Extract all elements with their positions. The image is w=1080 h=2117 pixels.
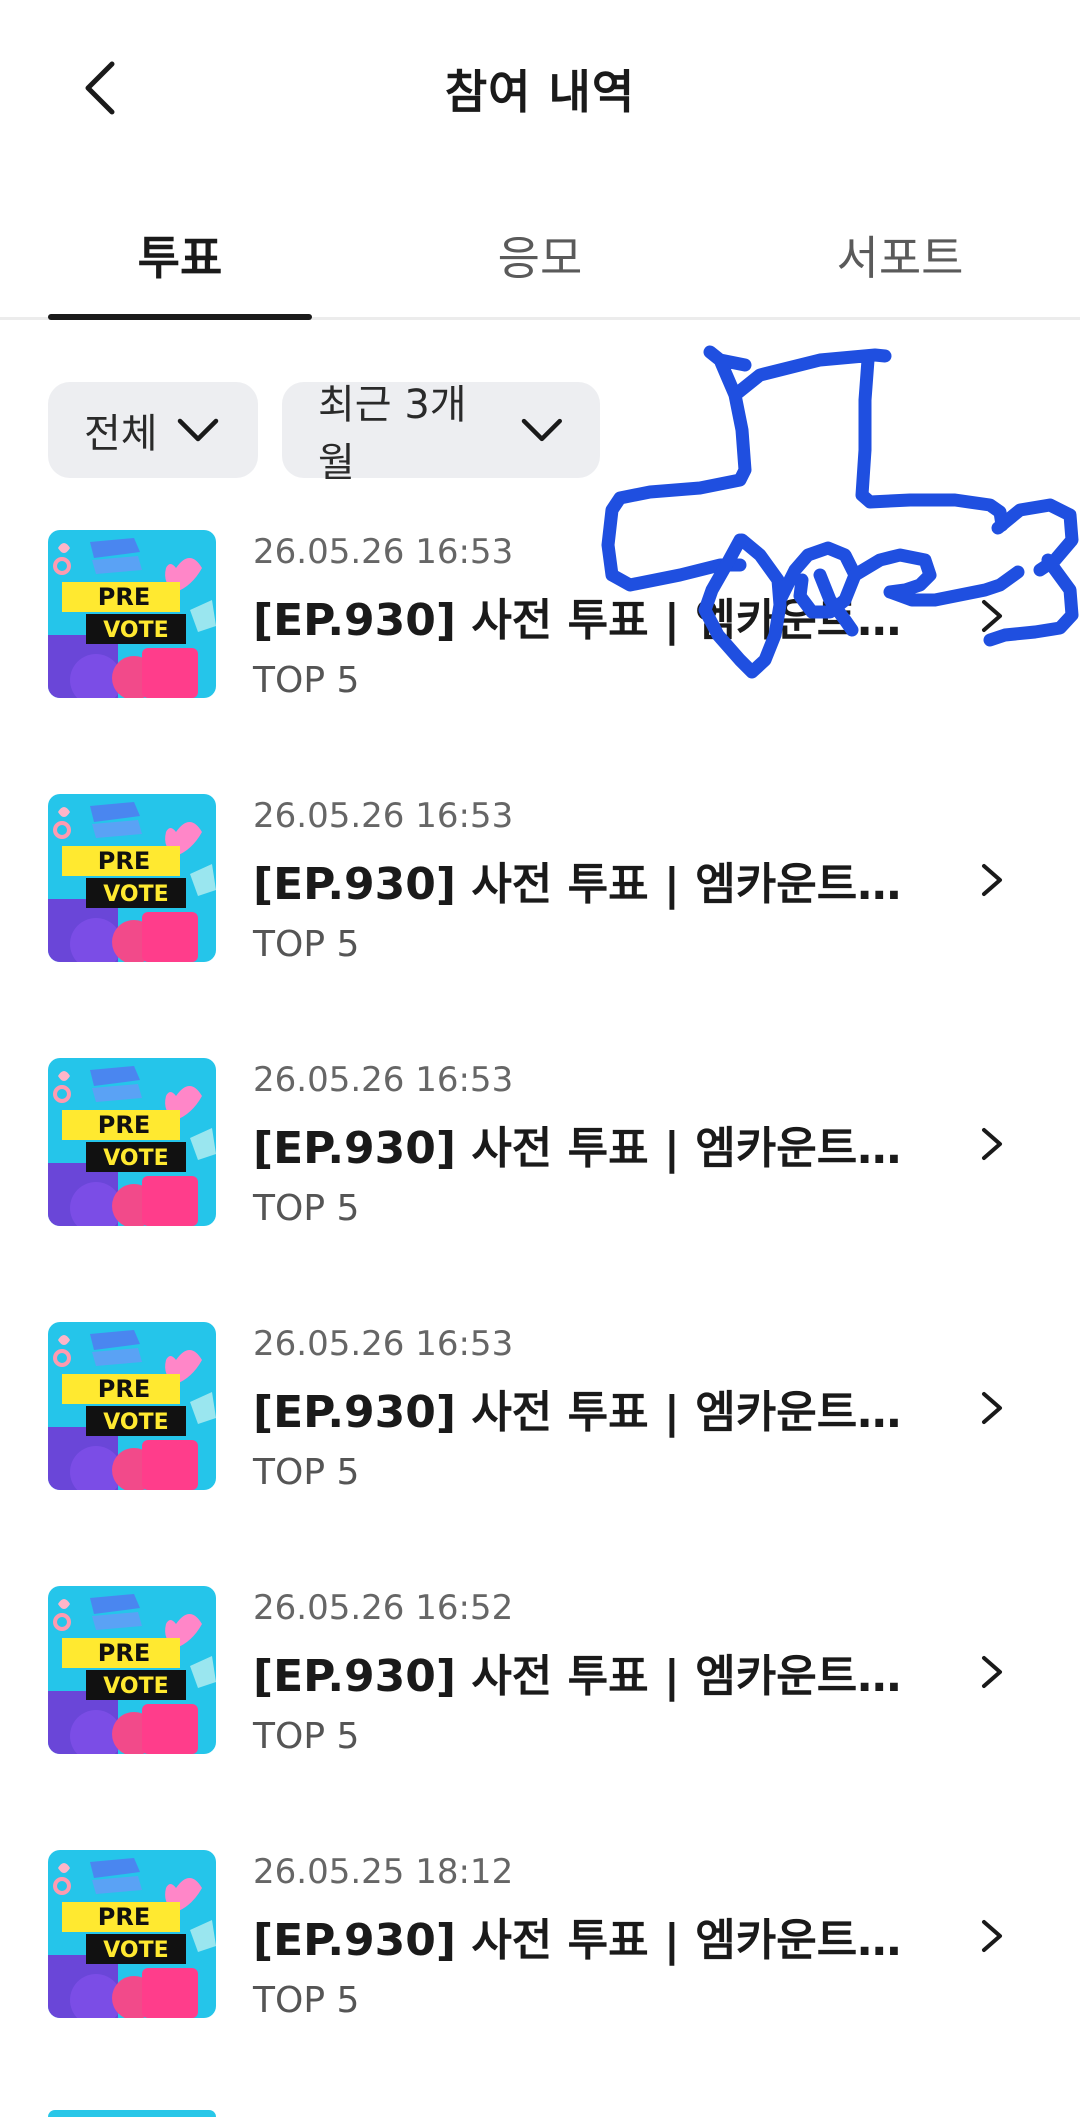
pre-vote-thumbnail-art: PRE VOTE — [48, 794, 216, 962]
chevron-right-icon[interactable] — [972, 1906, 1012, 1966]
filter-category-label: 전체 — [84, 411, 158, 457]
item-subtitle: TOP 5 — [253, 1188, 360, 1229]
item-thumbnail: PRE VOTE — [48, 1058, 216, 1226]
thumbnail-text-vote: VOTE — [103, 1410, 168, 1435]
thumbnail-text-pre: PRE — [98, 1375, 150, 1403]
thumbnail-text-pre: PRE — [98, 1903, 150, 1931]
chevron-down-icon — [522, 418, 563, 442]
item-thumbnail: PRE VOTE — [48, 1322, 216, 1490]
item-title: [EP.930] 사전 투표 | 엠카운트다운 — [253, 595, 923, 646]
item-title: [EP.930] 사전 투표 | 엠카운트다운 — [253, 1915, 923, 1966]
thumbnail-text-vote: VOTE — [103, 1938, 168, 1963]
item-subtitle: TOP 5 — [253, 1980, 360, 2021]
thumbnail-text-vote: VOTE — [103, 1674, 168, 1699]
tab-bar: 투표 응모 서포트 — [0, 190, 1080, 320]
thumbnail-text-vote: VOTE — [103, 1146, 168, 1171]
list-item[interactable]: PRE VOTE 26.05.26 16:53 [EP.930] 사전 투표 |… — [0, 794, 1080, 1058]
header: 참여 내역 — [0, 0, 1080, 170]
item-date: 26.05.26 16:53 — [253, 1060, 514, 1100]
list-item[interactable]: PRE VOTE 26.05.25 18:12 [EP.930] 사전 투표 |… — [0, 1850, 1080, 2114]
item-subtitle: TOP 5 — [253, 924, 360, 965]
partial-list-thumbnail — [48, 2110, 216, 2117]
item-thumbnail: PRE VOTE — [48, 1850, 216, 2018]
vote-history-list: PRE VOTE 26.05.26 16:53 [EP.930] 사전 투표 |… — [0, 530, 1080, 2114]
pre-vote-thumbnail-art: PRE VOTE — [48, 1322, 216, 1490]
active-tab-indicator — [48, 314, 312, 320]
tab-support[interactable]: 서포트 — [770, 190, 1030, 320]
chevron-right-icon[interactable] — [972, 1114, 1012, 1174]
chevron-right-icon[interactable] — [972, 1642, 1012, 1702]
item-title: [EP.930] 사전 투표 | 엠카운트다운 — [253, 1387, 923, 1438]
list-item[interactable]: PRE VOTE 26.05.26 16:53 [EP.930] 사전 투표 |… — [0, 1322, 1080, 1586]
filter-category-dropdown[interactable]: 전체 — [48, 382, 258, 478]
chevron-right-icon[interactable] — [972, 1378, 1012, 1438]
item-subtitle: TOP 5 — [253, 1452, 360, 1493]
item-date: 26.05.25 18:12 — [253, 1852, 514, 1892]
item-thumbnail: PRE VOTE — [48, 530, 216, 698]
thumbnail-text-vote: VOTE — [103, 618, 168, 643]
thumbnail-text-pre: PRE — [98, 583, 150, 611]
item-title: [EP.930] 사전 투표 | 엠카운트다운 — [253, 1123, 923, 1174]
item-thumbnail: PRE VOTE — [48, 1586, 216, 1754]
item-date: 26.05.26 16:52 — [253, 1588, 514, 1628]
item-date: 26.05.26 16:53 — [253, 796, 514, 836]
chevron-down-icon — [177, 418, 218, 442]
item-date: 26.05.26 16:53 — [253, 1324, 514, 1364]
item-title: [EP.930] 사전 투표 | 엠카운트다운 — [253, 1651, 923, 1702]
thumbnail-text-pre: PRE — [98, 1639, 150, 1667]
participation-history-screen: 참여 내역 투표 응모 서포트 전체 최근 3개월 PRE VOTE 26.05… — [0, 0, 1080, 2117]
page-title: 참여 내역 — [444, 65, 636, 119]
tab-vote[interactable]: 투표 — [48, 190, 312, 320]
pre-vote-thumbnail-art: PRE VOTE — [48, 1586, 216, 1754]
thumbnail-text-pre: PRE — [98, 1111, 150, 1139]
list-item[interactable]: PRE VOTE 26.05.26 16:53 [EP.930] 사전 투표 |… — [0, 530, 1080, 794]
list-item[interactable]: PRE VOTE 26.05.26 16:52 [EP.930] 사전 투표 |… — [0, 1586, 1080, 1850]
tab-entry[interactable]: 응모 — [410, 190, 670, 320]
chevron-right-icon[interactable] — [972, 850, 1012, 910]
filter-period-label: 최근 3개월 — [318, 382, 467, 486]
thumbnail-text-vote: VOTE — [103, 882, 168, 907]
item-date: 26.05.26 16:53 — [253, 532, 514, 572]
item-subtitle: TOP 5 — [253, 1716, 360, 1757]
filter-period-dropdown[interactable]: 최근 3개월 — [282, 382, 600, 486]
filter-row: 전체 최근 3개월 — [48, 382, 600, 486]
item-subtitle: TOP 5 — [253, 660, 360, 701]
item-thumbnail: PRE VOTE — [48, 794, 216, 962]
pre-vote-thumbnail-art: PRE VOTE — [48, 1058, 216, 1226]
thumbnail-text-pre: PRE — [98, 847, 150, 875]
pre-vote-thumbnail-art: PRE VOTE — [48, 1850, 216, 2018]
chevron-right-icon[interactable] — [972, 586, 1012, 646]
item-title: [EP.930] 사전 투표 | 엠카운트다운 — [253, 859, 923, 910]
list-item[interactable]: PRE VOTE 26.05.26 16:53 [EP.930] 사전 투표 |… — [0, 1058, 1080, 1322]
pre-vote-thumbnail-art: PRE VOTE — [48, 530, 216, 698]
